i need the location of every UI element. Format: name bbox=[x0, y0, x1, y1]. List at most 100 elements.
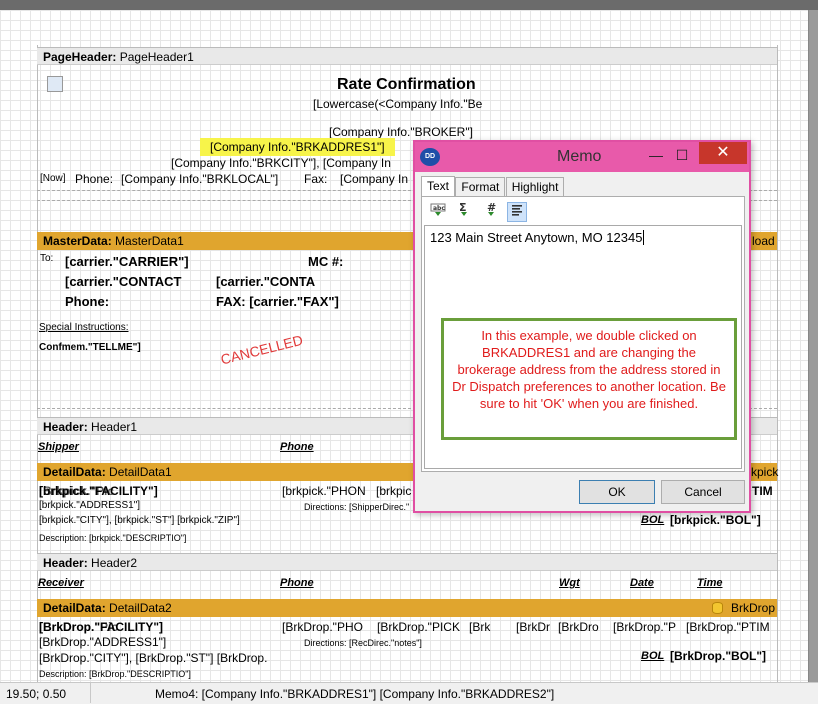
field-now[interactable]: [Now] bbox=[40, 173, 66, 184]
memo-tabs: Text Format Highlight bbox=[421, 176, 565, 197]
band-datasource-label: load bbox=[752, 234, 775, 248]
vertical-scrollbar[interactable] bbox=[808, 10, 818, 682]
app-logo-icon: DD bbox=[420, 148, 440, 166]
band-name: PageHeader1 bbox=[119, 50, 194, 64]
report-title[interactable]: Rate Confirmation bbox=[337, 76, 476, 94]
ok-button[interactable]: OK bbox=[579, 480, 655, 504]
field-pick-phone[interactable]: [brkpick."PHON bbox=[282, 484, 366, 498]
carrier-phone-label: Phone: bbox=[65, 294, 110, 309]
band-type: MasterData: bbox=[43, 234, 112, 248]
field-drop-ptim[interactable]: [BrkDrop."PTIM bbox=[686, 620, 770, 634]
insert-format-number-icon[interactable]: # bbox=[481, 201, 501, 221]
band-pageheader[interactable]: PageHeader: PageHeader1 bbox=[37, 47, 777, 65]
band-detaildata2[interactable]: DetailData: DetailData2 bbox=[37, 599, 777, 617]
page-right-edge bbox=[777, 45, 778, 682]
bol-label: BOL bbox=[641, 650, 665, 662]
field-drop-brk[interactable]: [Brk bbox=[469, 620, 490, 634]
band-type: Header: bbox=[43, 420, 88, 434]
band-datasource-label: BrkDrop bbox=[731, 601, 776, 615]
field-pick-facility[interactable]: [brkpick."FACILITY"] bbox=[39, 484, 158, 498]
to-label: To: bbox=[40, 253, 54, 264]
window-top-strip bbox=[0, 0, 818, 10]
memo-toolbar: abc Σ # bbox=[428, 201, 530, 222]
logo-image-placeholder-icon[interactable] bbox=[47, 76, 63, 92]
text-caret bbox=[643, 230, 645, 245]
band-name: Header1 bbox=[91, 420, 138, 434]
header-phone: Phone bbox=[280, 577, 314, 589]
insert-aggregate-sum-icon[interactable]: Σ bbox=[454, 201, 474, 221]
field-receiver-directions[interactable]: Directions: [RecDirec."notes"] bbox=[304, 638, 422, 648]
field-drop-bol[interactable]: [BrkDrop."BOL"] bbox=[670, 649, 766, 663]
memo-textarea[interactable]: 123 Main Street Anytown, MO 12345 In thi… bbox=[424, 225, 742, 469]
header-date: Date bbox=[630, 577, 654, 589]
database-icon bbox=[712, 602, 723, 614]
field-shipper-directions[interactable]: Directions: [ShipperDirec." bbox=[304, 502, 409, 512]
close-button[interactable]: ✕ bbox=[699, 142, 747, 164]
field-brkcity[interactable]: [Company Info."BRKCITY"], [Company In bbox=[171, 156, 391, 170]
word-wrap-icon[interactable] bbox=[507, 202, 528, 222]
field-carrier-contact[interactable]: [carrier."CONTACT bbox=[65, 274, 181, 289]
fax-label: Fax: bbox=[304, 172, 328, 186]
band-type: DetailData: bbox=[43, 465, 106, 479]
maximize-button[interactable]: ☐ bbox=[669, 145, 695, 165]
field-pick-city[interactable]: [brkpick."CITY"], [brkpick."ST"] [brkpic… bbox=[39, 515, 240, 526]
field-drop-pick[interactable]: [BrkDrop."PICK bbox=[377, 620, 460, 634]
band-header2[interactable]: Header: Header2 bbox=[37, 553, 777, 571]
field-tellme[interactable]: Confmem."TELLME"] bbox=[39, 342, 141, 353]
cancel-button[interactable]: Cancel bbox=[661, 480, 745, 504]
cancelled-stamp: CANCELLED bbox=[219, 331, 305, 368]
field-pick-bol[interactable]: [brkpick."BOL"] bbox=[670, 513, 761, 527]
field-drop-address[interactable]: [BrkDrop."ADDRESS1"] bbox=[39, 635, 166, 649]
status-divider bbox=[90, 683, 91, 703]
field-pick-description[interactable]: Description: [brkpick."DESCRIPTIO"] bbox=[39, 533, 186, 543]
field-drop-city[interactable]: [BrkDrop."CITY"], [BrkDrop."ST"] [BrkDro… bbox=[39, 651, 267, 665]
field-drop-phone[interactable]: [BrkDrop."PHO bbox=[282, 620, 363, 634]
phone-label: Phone: bbox=[75, 172, 114, 186]
tab-text[interactable]: Text bbox=[421, 176, 456, 197]
field-drop-p[interactable]: [BrkDrop."P bbox=[613, 620, 676, 634]
memo-dialog[interactable]: DD Memo — ☐ ✕ Text Format Highlight abc … bbox=[413, 140, 751, 513]
field-pick-phone-2[interactable]: [brkpic bbox=[376, 484, 411, 498]
selected-object-info: Memo4: [Company Info."BRKADDRES1"] [Comp… bbox=[155, 687, 555, 701]
insert-expression-icon[interactable]: abc bbox=[428, 201, 448, 221]
header-receiver: Receiver bbox=[38, 577, 84, 589]
field-brklocal[interactable]: [Company Info."BRKLOCAL"] bbox=[121, 172, 278, 186]
mc-label: MC #: bbox=[308, 254, 344, 269]
minimize-button[interactable]: — bbox=[643, 145, 669, 165]
bol-label: BOL bbox=[641, 514, 665, 526]
header-shipper: Shipper bbox=[38, 441, 79, 453]
band-type: DetailData: bbox=[43, 601, 106, 615]
band-type: Header: bbox=[43, 556, 88, 570]
special-instructions-label: Special Instructions: bbox=[39, 322, 129, 333]
header-phone: Phone bbox=[280, 441, 314, 453]
tab-panel-text: abc Σ # 123 Main Street Anytown, MO 1234… bbox=[421, 196, 745, 472]
field-lowercase-company[interactable]: [Lowercase(<Company Info."Be bbox=[313, 97, 482, 111]
field-carrier-name[interactable]: [carrier."CARRIER"] bbox=[65, 254, 189, 269]
field-pick-time[interactable]: TIM bbox=[752, 484, 773, 498]
field-company-fax[interactable]: [Company In bbox=[340, 172, 408, 186]
tab-highlight[interactable]: Highlight bbox=[505, 177, 565, 197]
dialog-titlebar[interactable]: DD Memo — ☐ ✕ bbox=[415, 142, 749, 172]
status-bar: 19.50; 0.50 Memo4: [Company Info."BRKADD… bbox=[0, 682, 818, 704]
dialog-title: Memo bbox=[557, 148, 602, 165]
field-pick-address[interactable]: [brkpick."ADDRESS1"] bbox=[39, 500, 140, 511]
band-name: DetailData1 bbox=[109, 465, 172, 479]
field-drop-brkdr[interactable]: [BrkDr bbox=[516, 620, 550, 634]
cursor-coordinates: 19.50; 0.50 bbox=[6, 687, 67, 701]
field-drop-description[interactable]: Description: [BrkDrop."DESCRIPTIO"] bbox=[39, 669, 191, 679]
band-name: DetailData2 bbox=[109, 601, 172, 615]
band-name: Header2 bbox=[91, 556, 138, 570]
field-carrier-contact-2[interactable]: [carrier."CONTA bbox=[216, 274, 315, 289]
svg-text:abc: abc bbox=[433, 205, 445, 212]
band-name: MasterData1 bbox=[115, 234, 184, 248]
header-weight: Wgt bbox=[559, 577, 580, 589]
memo-text: 123 Main Street Anytown, MO 12345 bbox=[430, 230, 643, 245]
field-drop-brkdro[interactable]: [BrkDro bbox=[558, 620, 599, 634]
field-brkaddres1-selected[interactable]: [Company Info."BRKADDRES1"] bbox=[200, 138, 395, 156]
tab-format[interactable]: Format bbox=[455, 177, 506, 197]
header-time: Time bbox=[697, 577, 723, 589]
band-type: PageHeader: bbox=[43, 50, 117, 64]
field-drop-facility[interactable]: [BrkDrop."FACILITY"] bbox=[39, 620, 163, 634]
field-broker[interactable]: [Company Info."BROKER"] bbox=[329, 125, 473, 139]
field-carrier-fax[interactable]: FAX: [carrier."FAX"] bbox=[216, 294, 339, 309]
